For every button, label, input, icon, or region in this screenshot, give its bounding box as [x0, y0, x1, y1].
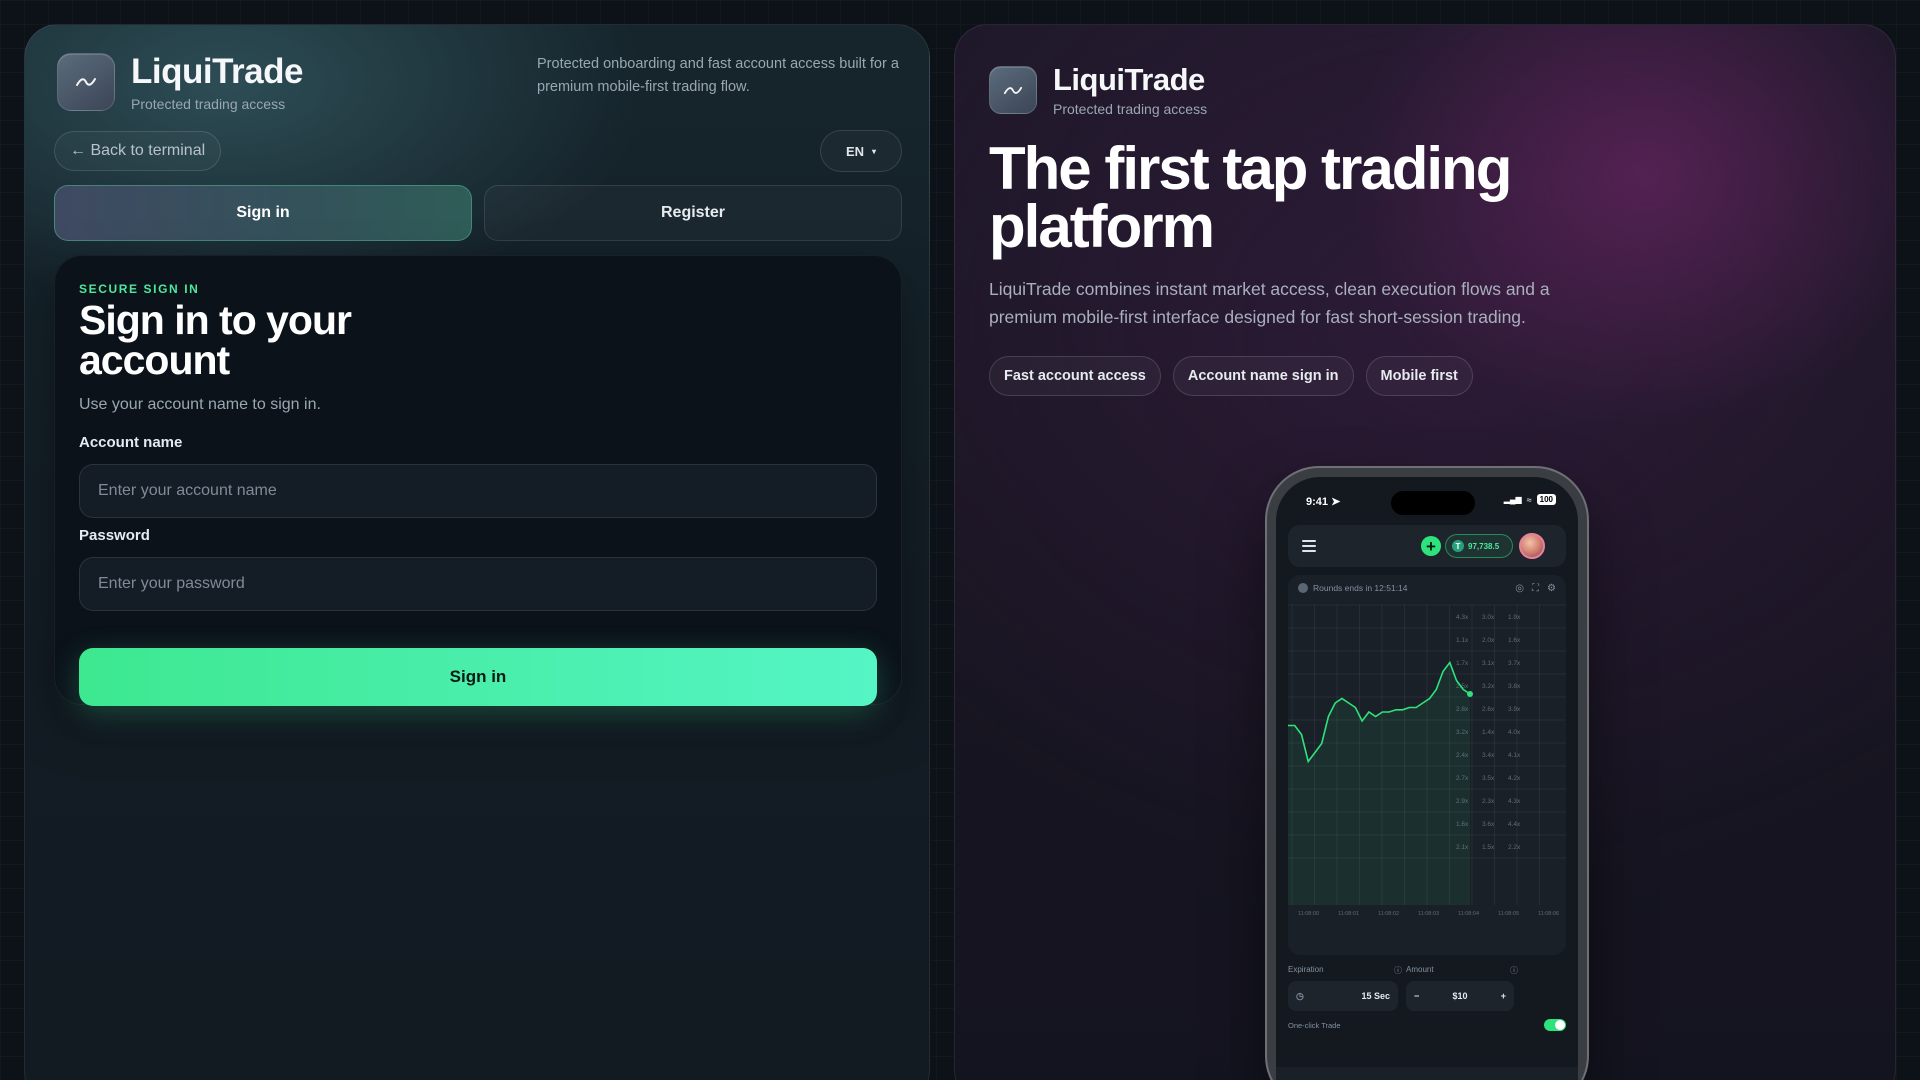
account-name-input[interactable] — [79, 464, 877, 518]
multiplier-label: 3.7x — [1508, 660, 1521, 667]
x-tick-label: 11:08:01 — [1338, 911, 1359, 917]
deposit-plus-button[interactable]: + — [1421, 536, 1441, 556]
chip-mobile-first: Mobile first — [1365, 356, 1473, 396]
brand-subtitle: Protected trading access — [131, 95, 286, 112]
chevron-down-icon: ▾ — [872, 146, 877, 156]
expiration-info-icon: ⓘ — [1394, 966, 1402, 975]
dynamic-island — [1391, 491, 1475, 515]
password-label: Password — [79, 527, 150, 544]
expiration-value: 15 Sec — [1361, 991, 1390, 1001]
plus-icon[interactable]: + — [1501, 991, 1506, 1001]
multiplier-label: 3.5x — [1482, 775, 1495, 782]
one-click-toggle[interactable] — [1544, 1019, 1566, 1031]
chip-fast-access: Fast account access — [989, 356, 1161, 396]
expiration-label: Expiration — [1288, 965, 1324, 974]
x-tick-label: 11:08:00 — [1298, 911, 1319, 917]
tether-icon: T — [1452, 540, 1464, 552]
clock-icon: ◷ — [1296, 990, 1304, 1001]
hero-title: The first tap trading platform — [989, 135, 1512, 260]
price-chart[interactable]: 4.3x1.1x1.7x2.5x2.8x3.2x2.4x2.7x2.9x1.6x… — [1288, 575, 1566, 955]
multiplier-label: 3.4x — [1482, 752, 1495, 759]
price-chart-card: Rounds ends in 12:51:14 ◎ ⛶ ⚙ 4.3x 1.1x 1.… — [1288, 575, 1566, 955]
tab-register[interactable]: Register — [484, 185, 902, 241]
phone-bottom-nav — [1276, 1067, 1578, 1080]
auth-panel: LiquiTrade Protected trading access Prot… — [24, 24, 930, 1080]
current-price-point — [1467, 691, 1473, 697]
account-name-label: Account name — [79, 434, 183, 451]
multiplier-label: 1.1x — [1456, 637, 1469, 644]
multiplier-label: 4.3x — [1508, 798, 1521, 805]
hero-description: LiquiTrade combines instant market acces… — [989, 279, 1550, 327]
phone-app-header: + T 97,738.5 — [1288, 525, 1566, 567]
form-subtitle: Use your account name to sign in. — [79, 396, 321, 413]
balance-value: 97,738.5 — [1468, 541, 1500, 551]
multiplier-label: 4.0x — [1508, 729, 1521, 736]
battery-icon: 100 — [1536, 494, 1556, 505]
promo-panel: LiquiTrade Protected trading access The … — [954, 24, 1896, 1080]
series-area — [1288, 662, 1470, 905]
minus-icon[interactable]: − — [1414, 991, 1419, 1001]
password-input[interactable] — [79, 557, 877, 611]
expiration-select[interactable]: ◷ 15 Sec — [1288, 981, 1398, 1011]
multiplier-label: 2.6x — [1482, 706, 1495, 713]
brand-header: LiquiTrade Protected trading access — [57, 52, 303, 112]
form-title: Sign in to your account — [79, 297, 352, 383]
multiplier-label: 1.9x — [1508, 614, 1521, 621]
phone-mockup: 9:41 ➤ ▂▄▆ ≈ 100 + T 97,738.5 Rounds end… — [1267, 468, 1587, 1080]
multiplier-label: 1.4x — [1482, 729, 1495, 736]
form-eyebrow: SECURE SIGN IN — [79, 282, 200, 296]
back-label: ← Back to terminal — [70, 142, 206, 159]
status-time: 9:41 ➤ — [1306, 496, 1341, 508]
avatar[interactable] — [1519, 533, 1545, 559]
multiplier-label: 1.5x — [1482, 844, 1495, 851]
amount-stepper[interactable]: − $10 + — [1406, 981, 1514, 1011]
promo-brand-name: LiquiTrade — [1053, 62, 1205, 97]
multiplier-label: 2.0x — [1482, 637, 1495, 644]
amount-info-icon: ⓘ — [1510, 966, 1518, 975]
sign-in-submit-button[interactable]: Sign in — [79, 648, 877, 706]
feature-chips: Fast account access Account name sign in… — [989, 356, 1473, 396]
promo-brand: LiquiTrade Protected trading access — [989, 62, 1208, 118]
chip-account-name: Account name sign in — [1172, 356, 1354, 396]
x-tick-label: 11:08:05 — [1498, 911, 1519, 917]
logo-icon — [57, 53, 115, 112]
language-selector[interactable]: EN ▾ — [820, 130, 902, 172]
multiplier-label: 1.6x — [1508, 637, 1521, 644]
tab-sign-in[interactable]: Sign in — [54, 185, 472, 241]
x-tick-label: 11:08:06 — [1538, 911, 1559, 917]
multiplier-label: 3.1x — [1482, 660, 1495, 667]
balance-badge[interactable]: T 97,738.5 — [1445, 534, 1513, 558]
promo-brand-subtitle: Protected trading access — [1053, 101, 1208, 118]
multiplier-label: 4.2x — [1508, 775, 1521, 782]
wifi-icon: ≈ — [1526, 494, 1532, 505]
multiplier-label: 3.2x — [1482, 683, 1495, 690]
hamburger-menu-icon[interactable] — [1302, 540, 1316, 552]
multiplier-label: 4.3x — [1456, 614, 1469, 621]
x-tick-label: 11:08:03 — [1418, 911, 1439, 917]
language-label: EN — [845, 143, 865, 159]
multiplier-label: 1.7x — [1456, 660, 1469, 667]
signal-icon: ▂▄▆ — [1503, 495, 1522, 504]
amount-label: Amount — [1406, 965, 1434, 974]
logo-icon — [989, 66, 1037, 115]
back-to-terminal-button[interactable]: ← Back to terminal — [54, 131, 222, 171]
multiplier-label: 4.4x — [1508, 821, 1521, 828]
multiplier-label: 4.1x — [1508, 752, 1521, 759]
multiplier-label: 2.2x — [1508, 844, 1521, 851]
x-tick-label: 11:08:04 — [1458, 911, 1479, 917]
amount-value: $10 — [1452, 991, 1468, 1001]
multiplier-label: 3.6x — [1482, 821, 1495, 828]
multiplier-label: 2.3x — [1482, 798, 1495, 805]
sign-in-form: SECURE SIGN IN Sign in to your account U… — [54, 255, 902, 706]
one-click-label: One-click Trade — [1288, 1021, 1341, 1030]
x-tick-label: 11:08:02 — [1378, 911, 1399, 917]
tagline: Protected onboarding and fast account ac… — [537, 56, 899, 95]
phone-screen: 9:41 ➤ ▂▄▆ ≈ 100 + T 97,738.5 Rounds end… — [1276, 477, 1578, 1080]
multiplier-label: 3.0x — [1482, 614, 1495, 621]
location-icon: ➤ — [1331, 496, 1341, 508]
brand-name: LiquiTrade — [131, 52, 303, 91]
multiplier-label: 3.9x — [1508, 706, 1521, 713]
multiplier-label: 3.8x — [1508, 683, 1521, 690]
status-icons: ▂▄▆ ≈ 100 — [1504, 494, 1556, 505]
